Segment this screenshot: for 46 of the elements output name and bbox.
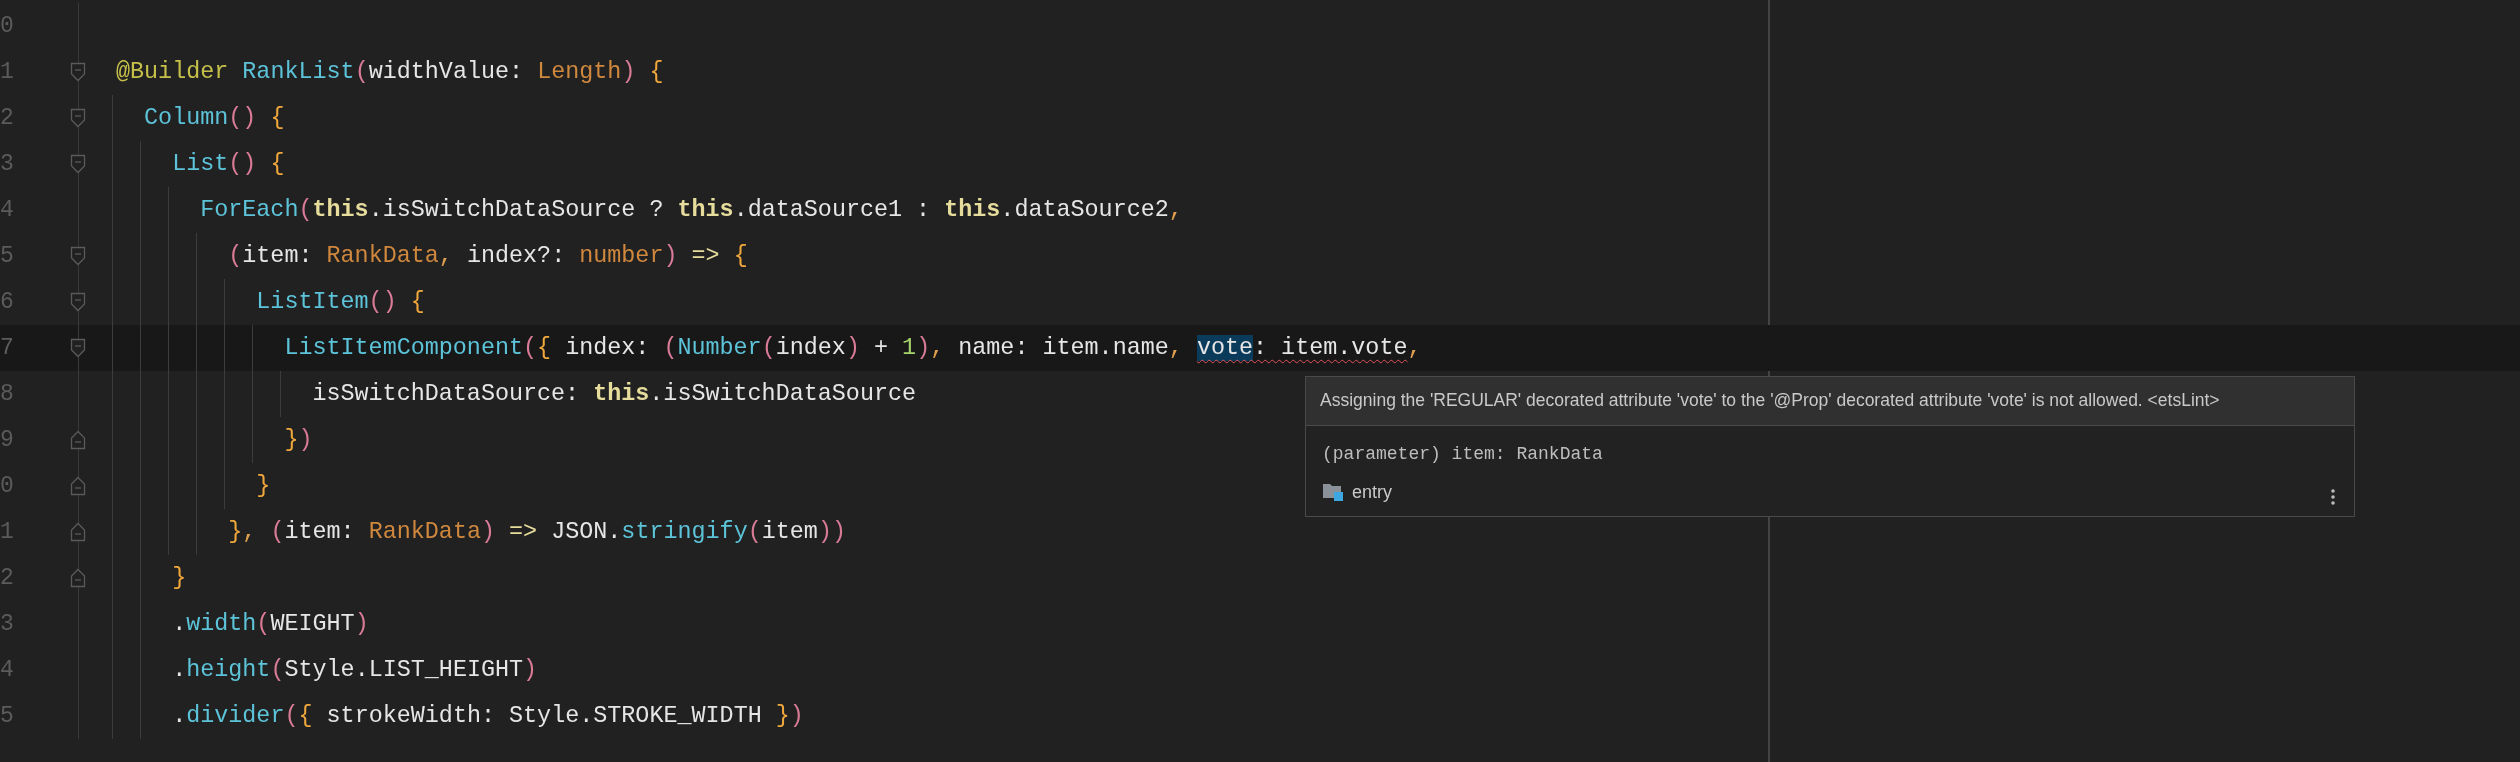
line-number: 4 — [0, 657, 15, 683]
line-number: 3 — [0, 151, 15, 177]
code-line: ForEach(this.isSwitchDataSource ? this.dataSource1 : this.dataSource2, — [200, 196, 1183, 225]
code-line: }, (item: RankData) => JSON.stringify(item)) — [228, 518, 846, 547]
fold-icon[interactable] — [70, 476, 86, 496]
fold-icon[interactable] — [70, 430, 86, 450]
fold-icon[interactable] — [70, 154, 86, 174]
line-number: 3 — [0, 611, 15, 637]
line-number: 5 — [0, 243, 15, 269]
code-line: List() { — [172, 150, 285, 179]
fold-icon[interactable] — [70, 522, 86, 542]
fold-icon[interactable] — [70, 338, 86, 358]
code-line: } — [172, 564, 187, 593]
code-line: isSwitchDataSource: this.isSwitchDataSource — [312, 380, 917, 409]
line-number: 2 — [0, 565, 15, 591]
fold-icon[interactable] — [70, 292, 86, 312]
code-line: }) — [284, 426, 313, 455]
fold-icon[interactable] — [70, 246, 86, 266]
line-number: 0 — [0, 13, 15, 39]
line-number: 2 — [0, 105, 15, 131]
code-line: ListItem() { — [256, 288, 425, 317]
lint-message: Assigning the 'REGULAR' decorated attribute 'vote' to the '@Prop' decorated attribute 'vote' is not allowed. <etsLint> — [1320, 390, 2220, 410]
line-number: 8 — [0, 381, 15, 407]
fold-icon[interactable] — [70, 568, 86, 588]
code-line: .divider({ strokeWidth: Style.STROKE_WIDTH }) — [172, 702, 804, 731]
code-line: .height(Style.LIST_HEIGHT) — [172, 656, 538, 685]
code-line: .width(WEIGHT) — [172, 610, 369, 639]
line-number: 6 — [0, 289, 15, 315]
line-number: 0 — [0, 473, 15, 499]
fold-icon[interactable] — [70, 108, 86, 128]
module-name: entry — [1352, 481, 1393, 503]
code-line: ListItemComponent({ index: (Number(index) + 1), name: item.name, vote: item.vote, — [284, 334, 1422, 363]
code-line: Column() { — [144, 104, 285, 133]
folder-icon — [1322, 482, 1344, 502]
code-line: (item: RankData, index?: number) => { — [228, 242, 748, 271]
line-number: 4 — [0, 197, 15, 223]
line-number: 1 — [0, 519, 15, 545]
line-number: 9 — [0, 427, 15, 453]
code-line: } — [256, 472, 271, 501]
more-options-icon[interactable] — [2330, 488, 2336, 506]
line-number: 5 — [0, 703, 15, 729]
parameter-signature: (parameter) item: RankData — [1322, 444, 1604, 464]
code-line: @Builder RankList(widthValue: Length) { — [116, 58, 664, 87]
line-number: 7 — [0, 335, 15, 361]
line-number: 1 — [0, 59, 15, 85]
fold-icon[interactable] — [70, 62, 86, 82]
